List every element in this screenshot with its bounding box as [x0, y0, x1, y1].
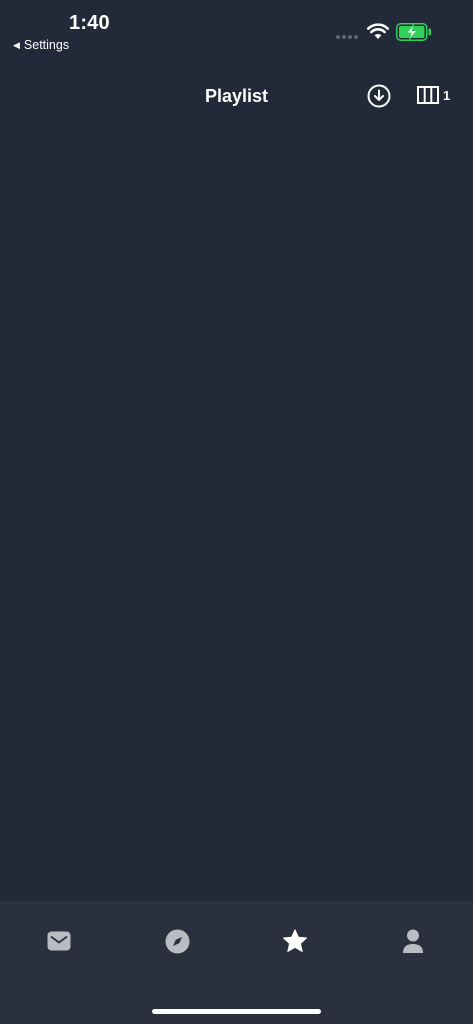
status-time: 1:40: [69, 12, 110, 34]
home-indicator[interactable]: [152, 1009, 321, 1014]
columns-icon: [417, 86, 439, 104]
cellular-signal-icon: [336, 35, 358, 39]
playlist-content: [0, 124, 473, 901]
app-screen: 1:40 ◀ Settings Playlist 1: [0, 0, 473, 1024]
wifi-icon: [367, 23, 389, 39]
tab-favorites[interactable]: [275, 925, 315, 957]
tab-mail[interactable]: [39, 925, 79, 957]
page-title: Playlist: [204, 86, 269, 106]
back-triangle-icon: ◀: [13, 39, 20, 50]
download-button[interactable]: [367, 84, 391, 108]
battery-charging-icon: [396, 23, 431, 41]
download-circle-icon: [367, 84, 391, 108]
columns-button[interactable]: 1: [417, 86, 450, 104]
compass-icon: [165, 929, 189, 953]
tab-bar: [0, 901, 473, 1024]
columns-count: 1: [443, 87, 451, 103]
tab-explore[interactable]: [157, 925, 197, 957]
person-icon: [403, 929, 423, 953]
mail-icon: [47, 931, 71, 951]
back-to-settings-link[interactable]: ◀ Settings: [13, 38, 69, 52]
back-label: Settings: [23, 38, 70, 52]
tab-profile[interactable]: [393, 925, 433, 957]
star-icon: [283, 928, 307, 952]
